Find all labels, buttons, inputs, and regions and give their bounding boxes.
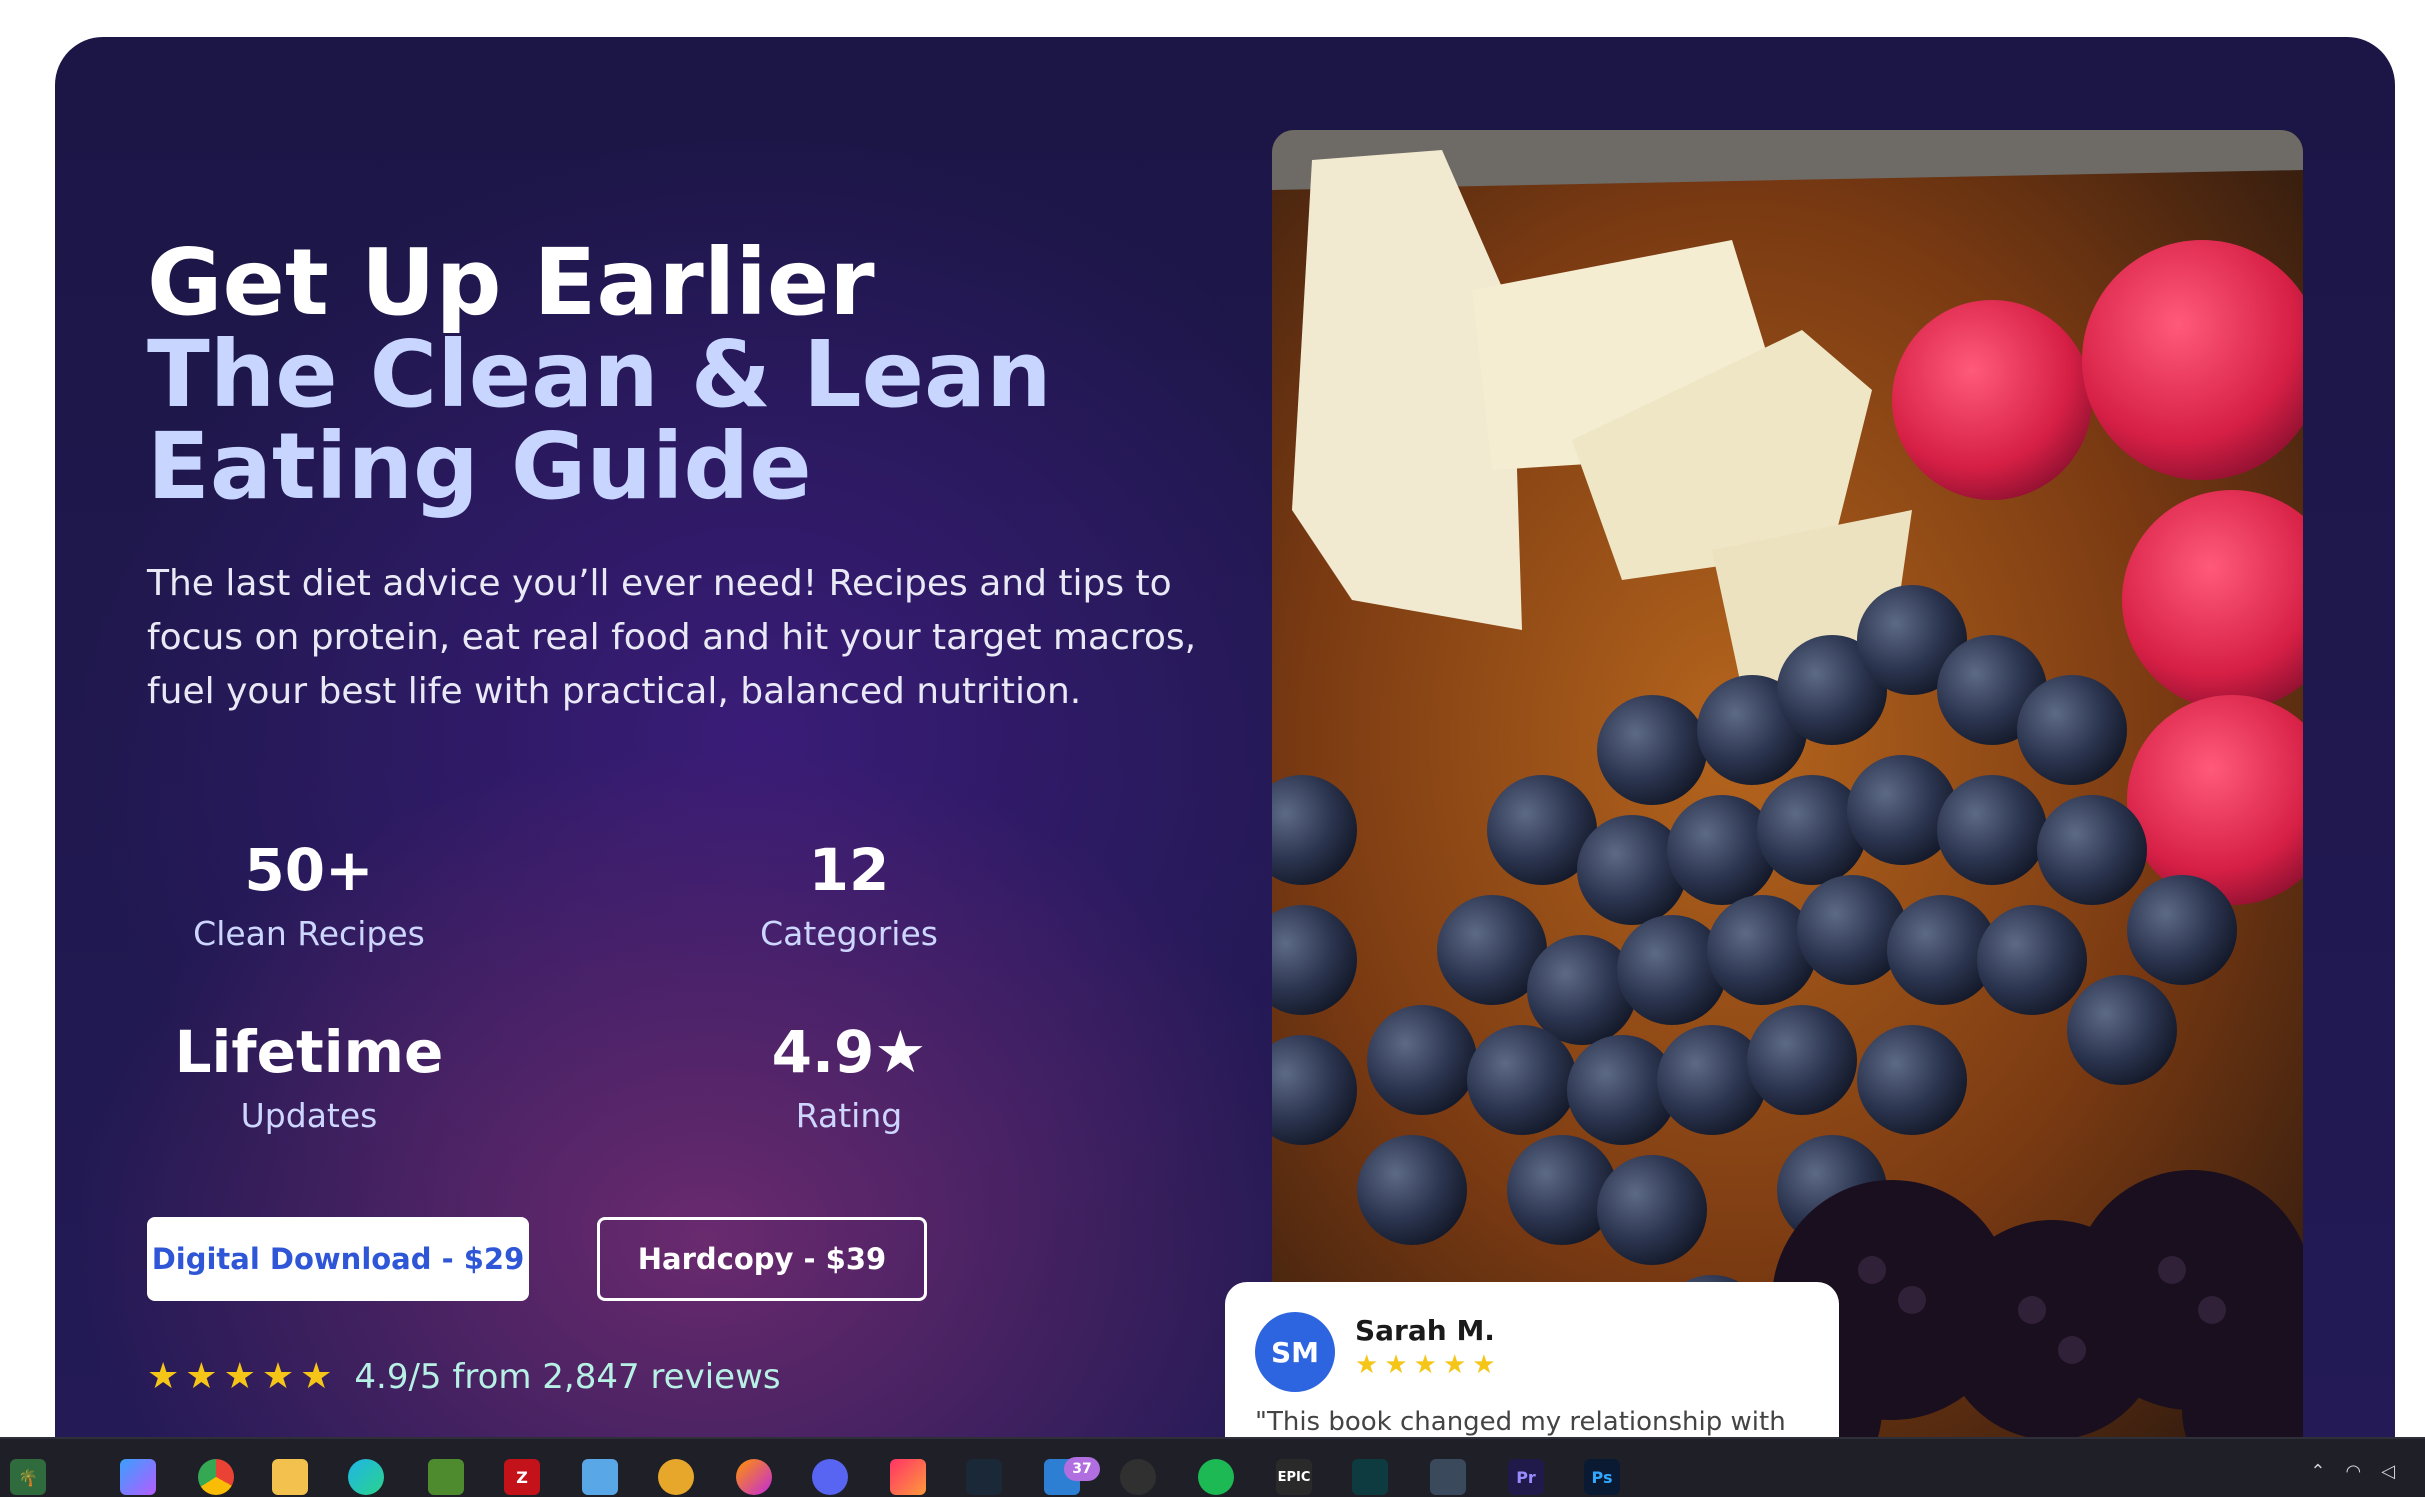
star-icon: ★: [1442, 1350, 1467, 1380]
stat-recipes: 50+ Clean Recipes: [55, 835, 579, 957]
title-line-1: Get Up Earlier: [147, 229, 875, 336]
review-stars: ★ ★ ★ ★ ★: [1355, 1352, 1496, 1378]
rating-stars: ★ ★ ★ ★ ★: [147, 1359, 332, 1395]
creative-cloud-icon[interactable]: [890, 1459, 926, 1495]
star-icon: ★: [185, 1356, 218, 1397]
chevron-up-icon[interactable]: ⌃: [2310, 1461, 2325, 1482]
edge-icon[interactable]: [348, 1459, 384, 1495]
speaker-icon[interactable]: ◁: [2381, 1461, 2395, 1482]
spotify-icon[interactable]: [1198, 1459, 1234, 1495]
stat-label: Categories: [760, 914, 938, 953]
stat-categories: 12 Categories: [579, 835, 1119, 957]
stat-value: 50+: [244, 836, 374, 904]
discord-icon[interactable]: [812, 1459, 848, 1495]
star-icon: ★: [1472, 1350, 1496, 1380]
stat-value: 12: [808, 836, 890, 904]
character-app-icon[interactable]: [1430, 1459, 1466, 1495]
star-icon: ★: [1355, 1350, 1379, 1380]
firefox-icon[interactable]: [736, 1459, 772, 1495]
star-icon: ★: [300, 1356, 333, 1397]
star-icon: ★: [147, 1356, 180, 1397]
reviewer-name: Sarah M.: [1355, 1314, 1495, 1347]
steam-icon[interactable]: [966, 1459, 1002, 1495]
digital-download-button[interactable]: Digital Download - $29: [147, 1217, 529, 1301]
testimonial-card: SM Sarah M. ★ ★ ★ ★ ★ "This book changed…: [1225, 1282, 1839, 1437]
wifi-icon[interactable]: ◠: [2345, 1461, 2361, 1482]
lightroom-sun-icon[interactable]: [658, 1459, 694, 1495]
photoshop-icon[interactable]: Ps: [1584, 1459, 1620, 1495]
system-tray: ⌃ ◠ ◁: [2310, 1461, 2395, 1482]
epic-games-icon[interactable]: EPIC: [1276, 1459, 1312, 1495]
notepad-icon[interactable]: [582, 1459, 618, 1495]
title-line-2: The Clean & Lean: [147, 321, 1052, 428]
stat-updates: Lifetime Updates: [55, 1017, 579, 1139]
star-icon: ★: [223, 1356, 256, 1397]
stat-value: Lifetime: [174, 1018, 444, 1086]
star-icon: ★: [261, 1356, 295, 1397]
rating-summary: ★ ★ ★ ★ ★ 4.9/5 from 2,847 reviews: [147, 1347, 781, 1407]
filezilla-icon[interactable]: Z: [504, 1459, 540, 1495]
star-icon: ★: [1384, 1350, 1408, 1380]
mail-icon[interactable]: 37: [1044, 1457, 1100, 1495]
hardcopy-button[interactable]: Hardcopy - $39: [597, 1217, 927, 1301]
food-plate-illustration: [1272, 130, 2303, 1437]
premiere-pro-icon[interactable]: Pr: [1508, 1459, 1544, 1495]
review-quote: "This book changed my relationship with: [1255, 1407, 1786, 1437]
title-line-3: Eating Guide: [147, 413, 812, 520]
stat-label: Updates: [240, 1096, 378, 1135]
stat-label: Rating: [795, 1096, 903, 1135]
chrome-icon[interactable]: [198, 1459, 234, 1495]
star-icon: ★: [1413, 1350, 1437, 1380]
capcut-icon[interactable]: [1352, 1459, 1388, 1495]
stat-rating: 4.9★ Rating: [579, 1017, 1119, 1139]
hero-description: The last diet advice you’ll ever need! R…: [147, 563, 1197, 712]
avatar: SM: [1255, 1312, 1335, 1392]
hero-section: Get Up Earlier The Clean & Lean Eating G…: [55, 37, 2395, 1437]
product-photo-food: [1272, 130, 2303, 1437]
rating-text: 4.9/5 from 2,847 reviews: [354, 1357, 781, 1397]
palm-tree-widget-icon[interactable]: 🌴: [10, 1459, 46, 1495]
obs-icon[interactable]: [1120, 1459, 1156, 1495]
file-explorer-icon[interactable]: [272, 1459, 308, 1495]
stat-label: Clean Recipes: [193, 914, 425, 953]
copilot-icon[interactable]: [120, 1459, 156, 1495]
minecraft-icon[interactable]: [428, 1459, 464, 1495]
mail-badge: 37: [1064, 1457, 1100, 1481]
windows-taskbar: 🌴 Z 37 EPIC Pr Ps ⌃ ◠ ◁: [0, 1437, 2425, 1497]
stat-value: 4.9★: [771, 1018, 927, 1086]
page-title: Get Up Earlier The Clean & Lean Eating G…: [147, 237, 1052, 513]
